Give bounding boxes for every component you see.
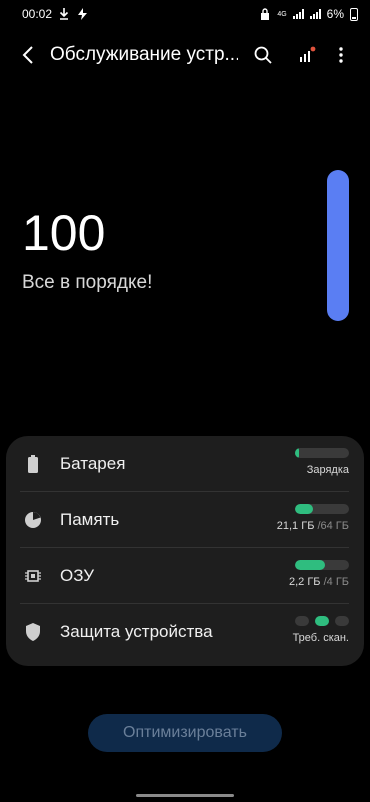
optimization-score: 100 <box>22 205 106 261</box>
battery-status-icon <box>350 7 358 21</box>
indicator-dot <box>295 616 309 626</box>
storage-bar-fill <box>295 504 313 514</box>
network-type-label: 4G <box>277 10 287 18</box>
battery-value: Зарядка <box>306 464 349 476</box>
back-button[interactable] <box>6 36 50 74</box>
indicator-dot <box>335 616 349 626</box>
optimize-button[interactable]: Оптимизировать <box>88 714 282 752</box>
search-icon <box>254 46 272 64</box>
bar-chart-icon <box>300 46 316 62</box>
ram-bar <box>295 560 349 570</box>
toolbar: Обслуживание устр... <box>0 36 370 74</box>
battery-percent: 6% <box>326 7 344 21</box>
ram-value: 2,2 ГБ /4 ГБ <box>289 576 349 588</box>
storage-label: Память <box>60 509 120 529</box>
storage-used: 21,1 ГБ <box>276 520 315 532</box>
diagnostics-button[interactable] <box>292 36 322 74</box>
home-indicator <box>136 794 234 797</box>
lock-icon <box>259 7 271 21</box>
maintenance-card: Батарея Зарядка Память 21,1 ГБ /64 ГБ ОЗ… <box>6 436 364 666</box>
storage-row[interactable]: Память 21,1 ГБ /64 ГБ <box>20 492 349 548</box>
shield-icon <box>22 621 44 643</box>
storage-total: /64 ГБ <box>314 520 349 532</box>
status-bar: 00:02 4G 6% <box>0 0 370 28</box>
device-protection-row[interactable]: Защита устройства Треб. скан. <box>20 604 349 660</box>
storage-icon <box>22 509 44 531</box>
device-protection-value: Треб. скан. <box>292 632 349 644</box>
search-button[interactable] <box>248 36 278 74</box>
page-title: Обслуживание устр... <box>50 44 238 65</box>
ram-bar-fill <box>295 560 325 570</box>
storage-bar <box>295 504 349 514</box>
score-status-text: Все в порядке! <box>22 272 153 293</box>
device-protection-label: Защита устройства <box>60 622 213 641</box>
ram-total: /4 ГБ <box>320 576 349 588</box>
ram-row[interactable]: ОЗУ 2,2 ГБ /4 ГБ <box>20 548 349 604</box>
memory-chip-icon <box>22 565 44 587</box>
battery-row[interactable]: Батарея Зарядка <box>20 436 349 492</box>
signal-icon <box>292 9 304 19</box>
indicator-dot-active <box>315 616 329 626</box>
scan-status-indicator <box>295 616 349 626</box>
ram-label: ОЗУ <box>60 565 95 585</box>
signal-icon-secondary <box>309 9 321 19</box>
charging-bolt-icon <box>76 7 88 21</box>
battery-icon <box>22 453 44 475</box>
download-icon <box>58 7 70 21</box>
score-gauge <box>327 170 349 321</box>
clock: 00:02 <box>22 7 53 21</box>
battery-label: Батарея <box>60 453 126 473</box>
more-vertical-icon <box>339 47 343 63</box>
battery-bar <box>295 448 349 458</box>
more-options-button[interactable] <box>326 36 356 74</box>
chevron-left-icon <box>22 46 33 64</box>
battery-bar-fill <box>295 448 299 458</box>
storage-value: 21,1 ГБ /64 ГБ <box>277 520 349 532</box>
ram-used: 2,2 ГБ <box>289 576 321 588</box>
